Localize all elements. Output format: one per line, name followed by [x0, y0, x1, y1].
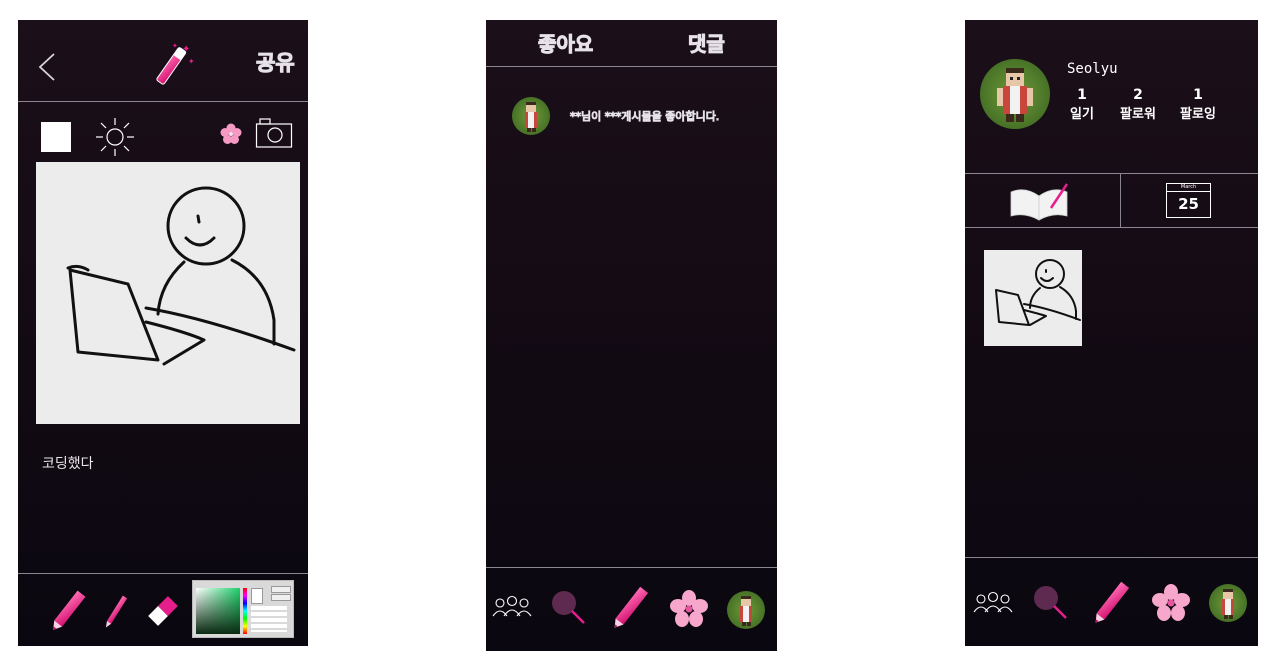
color-gradient-field[interactable] [196, 588, 240, 634]
magic-wand-button[interactable]: ✦ ✦ ✦ [148, 40, 196, 88]
picker-value-fields[interactable] [251, 606, 287, 632]
avatar [1209, 584, 1247, 622]
nav-search[interactable] [549, 588, 589, 628]
svg-text:✦: ✦ [172, 42, 178, 50]
username: Seolyu [1067, 61, 1118, 77]
diary-thumbnail[interactable] [984, 250, 1082, 346]
stat-value: 1 [1193, 87, 1203, 103]
post-caption: 코딩했다 [42, 456, 94, 472]
divider [965, 227, 1258, 228]
brightness-button[interactable] [94, 116, 136, 158]
tab-comments[interactable]: 댓글 [688, 28, 726, 57]
notification-text: **님이 ***게시물을 좋아합니다. [569, 110, 720, 124]
divider [965, 173, 1258, 174]
hue-slider[interactable] [243, 588, 247, 634]
nav-profile[interactable] [1208, 583, 1248, 623]
notification-item[interactable]: **님이 ***게시물을 좋아합니다. [511, 96, 773, 136]
avatar [512, 97, 550, 135]
drawing-canvas[interactable] [36, 162, 300, 424]
people-icon [492, 595, 532, 617]
stat-label: 팔로워 [1120, 107, 1156, 122]
avatar [727, 591, 765, 629]
nav-flower[interactable] [1152, 584, 1190, 622]
notifications-screen: 좋아요 댓글 **님이 ***게시물을 좋아합니다. [486, 20, 777, 651]
pencil-icon [1095, 581, 1130, 623]
magnifier-icon [1034, 586, 1067, 619]
profile-screen: Seolyu 1 일기 2 팔로워 1 팔로잉 March 25 [965, 20, 1258, 646]
open-book-icon [1010, 183, 1069, 221]
tab-likes[interactable]: 좋아요 [537, 28, 593, 57]
cherry-blossom-icon [220, 123, 242, 144]
chevron-left-icon [38, 53, 55, 81]
color-picker[interactable] [192, 580, 294, 638]
picker-cancel-button[interactable] [271, 594, 291, 601]
color-preview-swatch [251, 588, 263, 604]
share-button[interactable]: 공유 [256, 47, 296, 77]
divider [18, 573, 308, 574]
picker-ok-button[interactable] [271, 586, 291, 593]
nav-flower[interactable] [670, 590, 708, 628]
svg-text:✦: ✦ [182, 44, 190, 55]
nav-friends[interactable] [973, 590, 1015, 614]
divider [486, 567, 777, 568]
stat-label: 팔로잉 [1180, 107, 1216, 122]
magnifier-icon [552, 591, 585, 624]
tab-divider [1120, 173, 1121, 227]
cherry-blossom-icon [670, 590, 708, 627]
pencil-icon [53, 590, 86, 630]
nav-write[interactable] [1091, 577, 1131, 629]
nav-profile[interactable] [726, 590, 766, 630]
draw-screen: ✦ ✦ ✦ 공유 코딩했다 [18, 20, 308, 646]
stat-following[interactable]: 1 팔로잉 [1175, 87, 1221, 122]
divider [18, 101, 308, 102]
divider [965, 557, 1258, 558]
profile-avatar[interactable] [979, 58, 1051, 130]
svg-text:✦: ✦ [188, 57, 195, 66]
camera-button[interactable] [255, 117, 293, 149]
stick-figure-drawing [66, 186, 296, 366]
magic-wand-icon: ✦ ✦ ✦ [156, 42, 195, 85]
back-button[interactable] [36, 52, 58, 82]
stat-diaries[interactable]: 1 일기 [1059, 87, 1105, 122]
stat-value: 1 [1077, 87, 1087, 103]
eraser-button[interactable] [145, 593, 181, 629]
stat-value: 2 [1133, 87, 1143, 103]
calendar-icon-day: 25 [1178, 195, 1199, 213]
white-square-icon[interactable] [41, 122, 71, 152]
thin-pencil-button[interactable] [102, 592, 128, 632]
camera-icon [255, 118, 293, 148]
tab-diary[interactable] [1007, 180, 1073, 222]
flower-button[interactable] [220, 123, 242, 145]
sun-icon [96, 118, 134, 156]
pencil-icon [614, 586, 649, 628]
pencil-icon [105, 595, 128, 628]
thick-pencil-button[interactable] [48, 586, 88, 636]
calendar-icon-month: March [1167, 184, 1210, 192]
tab-calendar[interactable]: March 25 [1166, 183, 1211, 218]
stat-label: 일기 [1070, 107, 1094, 122]
divider [486, 66, 777, 67]
stat-followers[interactable]: 2 팔로워 [1115, 87, 1161, 122]
nav-write[interactable] [610, 582, 650, 634]
eraser-icon [148, 596, 178, 626]
nav-search[interactable] [1031, 583, 1071, 623]
people-icon [973, 591, 1013, 613]
nav-friends[interactable] [492, 594, 534, 618]
cherry-blossom-icon [1152, 584, 1190, 621]
stick-figure-drawing [995, 259, 1081, 326]
